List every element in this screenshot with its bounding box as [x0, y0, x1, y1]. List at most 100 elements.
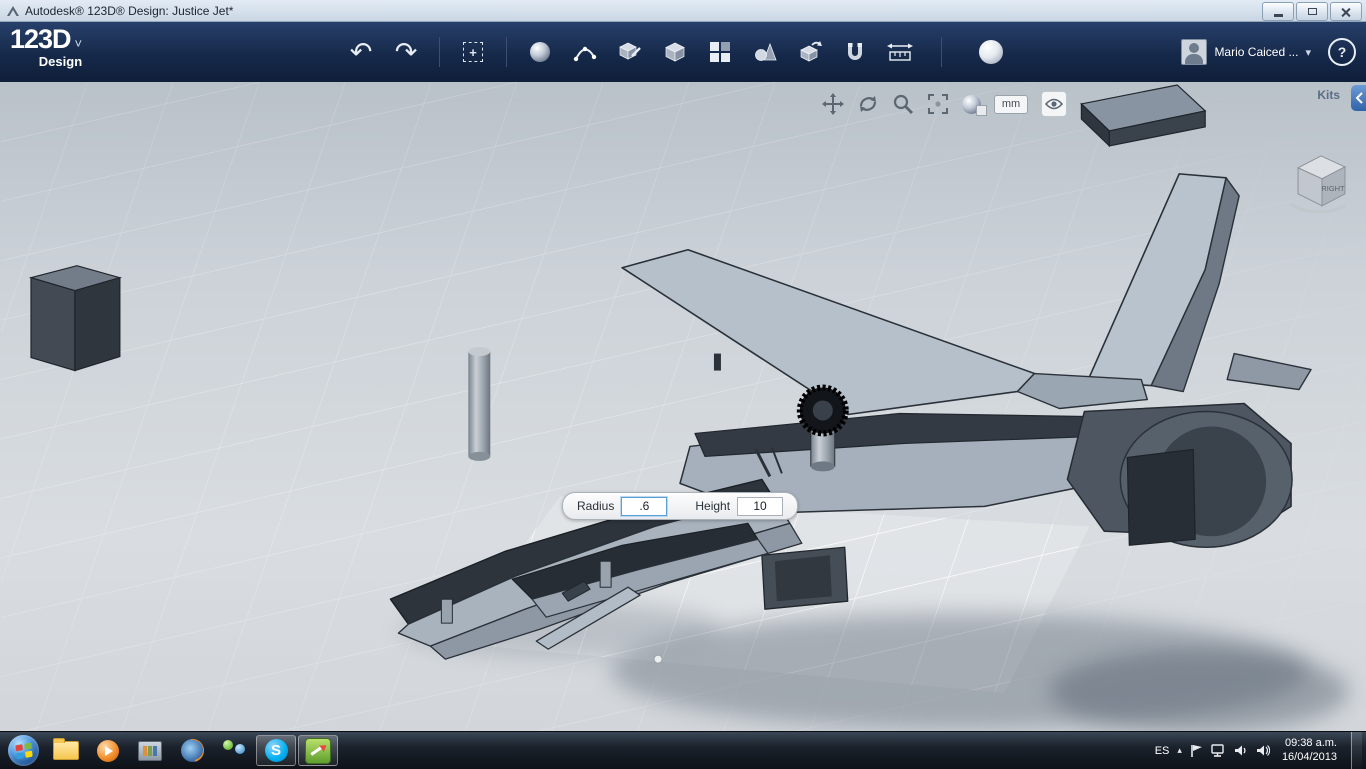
grouping-button[interactable]: [749, 32, 781, 72]
pan-button[interactable]: [822, 93, 844, 115]
combine-icon: [800, 41, 822, 62]
help-button[interactable]: ?: [1328, 38, 1356, 66]
taskbar-gallery-button[interactable]: [130, 735, 170, 766]
avatar[interactable]: [1181, 39, 1208, 65]
firefox-icon: [180, 739, 204, 762]
logo-text: 123D: [10, 24, 72, 54]
sketch-button[interactable]: [569, 32, 601, 72]
maximize-button[interactable]: [1296, 2, 1328, 21]
sketch-icon: [573, 46, 597, 62]
explorer-icon: [53, 738, 79, 760]
measure-button[interactable]: [884, 32, 916, 72]
origin-marker: [653, 654, 663, 664]
view-cube-face-label[interactable]: RIGHT: [1321, 184, 1345, 193]
height-input[interactable]: [737, 496, 784, 516]
tray-expand-icon[interactable]: ▴: [1177, 745, 1182, 756]
titlebar: Autodesk® 123D® Design: Justice Jet*: [0, 0, 1366, 22]
solid-icon: [665, 42, 685, 62]
app-logo[interactable]: 123D ˅ Design: [10, 24, 83, 69]
snap-button[interactable]: [839, 32, 871, 72]
grouping-icon: [755, 42, 777, 61]
material-icon: [979, 40, 1003, 64]
taskbar-media-player-button[interactable]: [88, 735, 128, 766]
pattern-button[interactable]: [704, 32, 736, 72]
jet-peg: [440, 598, 453, 624]
logo-chevron-icon: ˅: [74, 36, 83, 51]
window-title: Autodesk® 123D® Design: Justice Jet*: [25, 3, 234, 18]
solid-button[interactable]: [659, 32, 691, 72]
windows-flag-icon: [15, 742, 32, 759]
pan-icon: [822, 93, 844, 115]
height-label: Height: [695, 499, 731, 513]
close-button[interactable]: [1330, 2, 1362, 21]
jet-peg: [599, 560, 612, 588]
construct-icon: [619, 42, 641, 60]
kits-label[interactable]: Kits: [1317, 88, 1340, 102]
move-transform-button[interactable]: +: [457, 32, 489, 72]
fit-view-icon: [928, 94, 948, 114]
orbit-button[interactable]: [857, 93, 879, 115]
account-area: Mario Caiced ... ▾ ?: [1181, 22, 1356, 82]
primitives-button[interactable]: [524, 32, 556, 72]
minimize-button[interactable]: [1262, 2, 1294, 21]
box-primitive[interactable]: [28, 265, 123, 372]
flag-notification-icon[interactable]: [1190, 744, 1203, 758]
move-transform-icon: +: [463, 42, 483, 62]
redo-button[interactable]: ↷: [390, 32, 422, 72]
taskbar-firefox-button[interactable]: [172, 735, 212, 766]
fit-view-button[interactable]: [927, 93, 949, 115]
maximize-icon: [1307, 8, 1317, 15]
main-toolbar: ↶ ↷ +: [345, 22, 1007, 82]
material-button[interactable]: [975, 32, 1007, 72]
zoom-icon: [893, 94, 913, 114]
zoom-button[interactable]: [892, 93, 914, 115]
clock[interactable]: 09:38 a.m. 16/04/2013: [1282, 737, 1337, 765]
network-icon[interactable]: [1211, 744, 1226, 757]
viewport-3d[interactable]: RIGHT mm Kits Radius .6 Height 10: [0, 82, 1366, 731]
cylinder-primitive[interactable]: [468, 347, 491, 461]
scene-canvas[interactable]: RIGHT: [0, 82, 1366, 731]
radius-input[interactable]: [620, 495, 669, 517]
messenger-icon: [222, 739, 246, 762]
account-name[interactable]: Mario Caiced ...: [1214, 45, 1298, 59]
minimize-icon: [1273, 13, 1283, 17]
viewport-nav-toolbar: mm: [822, 91, 1067, 117]
skype-icon: S: [264, 739, 288, 762]
panel-collapse-button[interactable]: [1351, 85, 1366, 111]
media-player-icon: [97, 739, 119, 762]
volume-icon[interactable]: [1234, 744, 1248, 757]
orbit-icon: [859, 96, 877, 112]
start-button[interactable]: [8, 735, 39, 766]
construct-button[interactable]: [614, 32, 646, 72]
taskbar: S ES ▴ 09:38 a.m. 16/04/2013: [0, 731, 1366, 769]
taskbar-explorer-button[interactable]: [46, 735, 86, 766]
pattern-icon: [710, 42, 730, 62]
mixer-icon[interactable]: [1256, 744, 1270, 757]
undo-icon: ↶: [349, 36, 373, 67]
primitive-params-dialog: Radius Height: [562, 492, 799, 520]
logo-subtext: Design: [38, 54, 83, 69]
visibility-button[interactable]: [1041, 91, 1067, 117]
app-window: Autodesk® 123D® Design: Justice Jet* 123…: [0, 0, 1366, 769]
autodesk-app-icon: [6, 4, 20, 18]
undo-button[interactable]: ↶: [345, 32, 377, 72]
toolbar-separator: [941, 37, 942, 67]
combine-button[interactable]: [794, 32, 826, 72]
units-button[interactable]: mm: [994, 94, 1028, 114]
taskbar-messenger-button[interactable]: [214, 735, 254, 766]
toolbar-separator: [506, 37, 507, 67]
gallery-icon: [138, 740, 162, 761]
language-indicator[interactable]: ES: [1155, 745, 1170, 757]
close-icon: [1341, 7, 1351, 17]
snap-icon: [848, 43, 862, 60]
taskbar-123d-button[interactable]: [298, 735, 338, 766]
viewport-material-button[interactable]: [962, 94, 987, 116]
show-desktop-button[interactable]: [1351, 732, 1362, 769]
appbar: 123D ˅ Design ↶ ↷ + Mario Caiced ... ▾ ?: [0, 22, 1366, 82]
material-chip-icon: [976, 104, 987, 116]
taskbar-skype-button[interactable]: S: [256, 735, 296, 766]
tray-date: 16/04/2013: [1281, 750, 1337, 763]
toolbar-separator: [439, 37, 440, 67]
tray-time: 09:38 a.m.: [1285, 736, 1337, 749]
account-chevron-icon[interactable]: ▾: [1305, 46, 1311, 59]
